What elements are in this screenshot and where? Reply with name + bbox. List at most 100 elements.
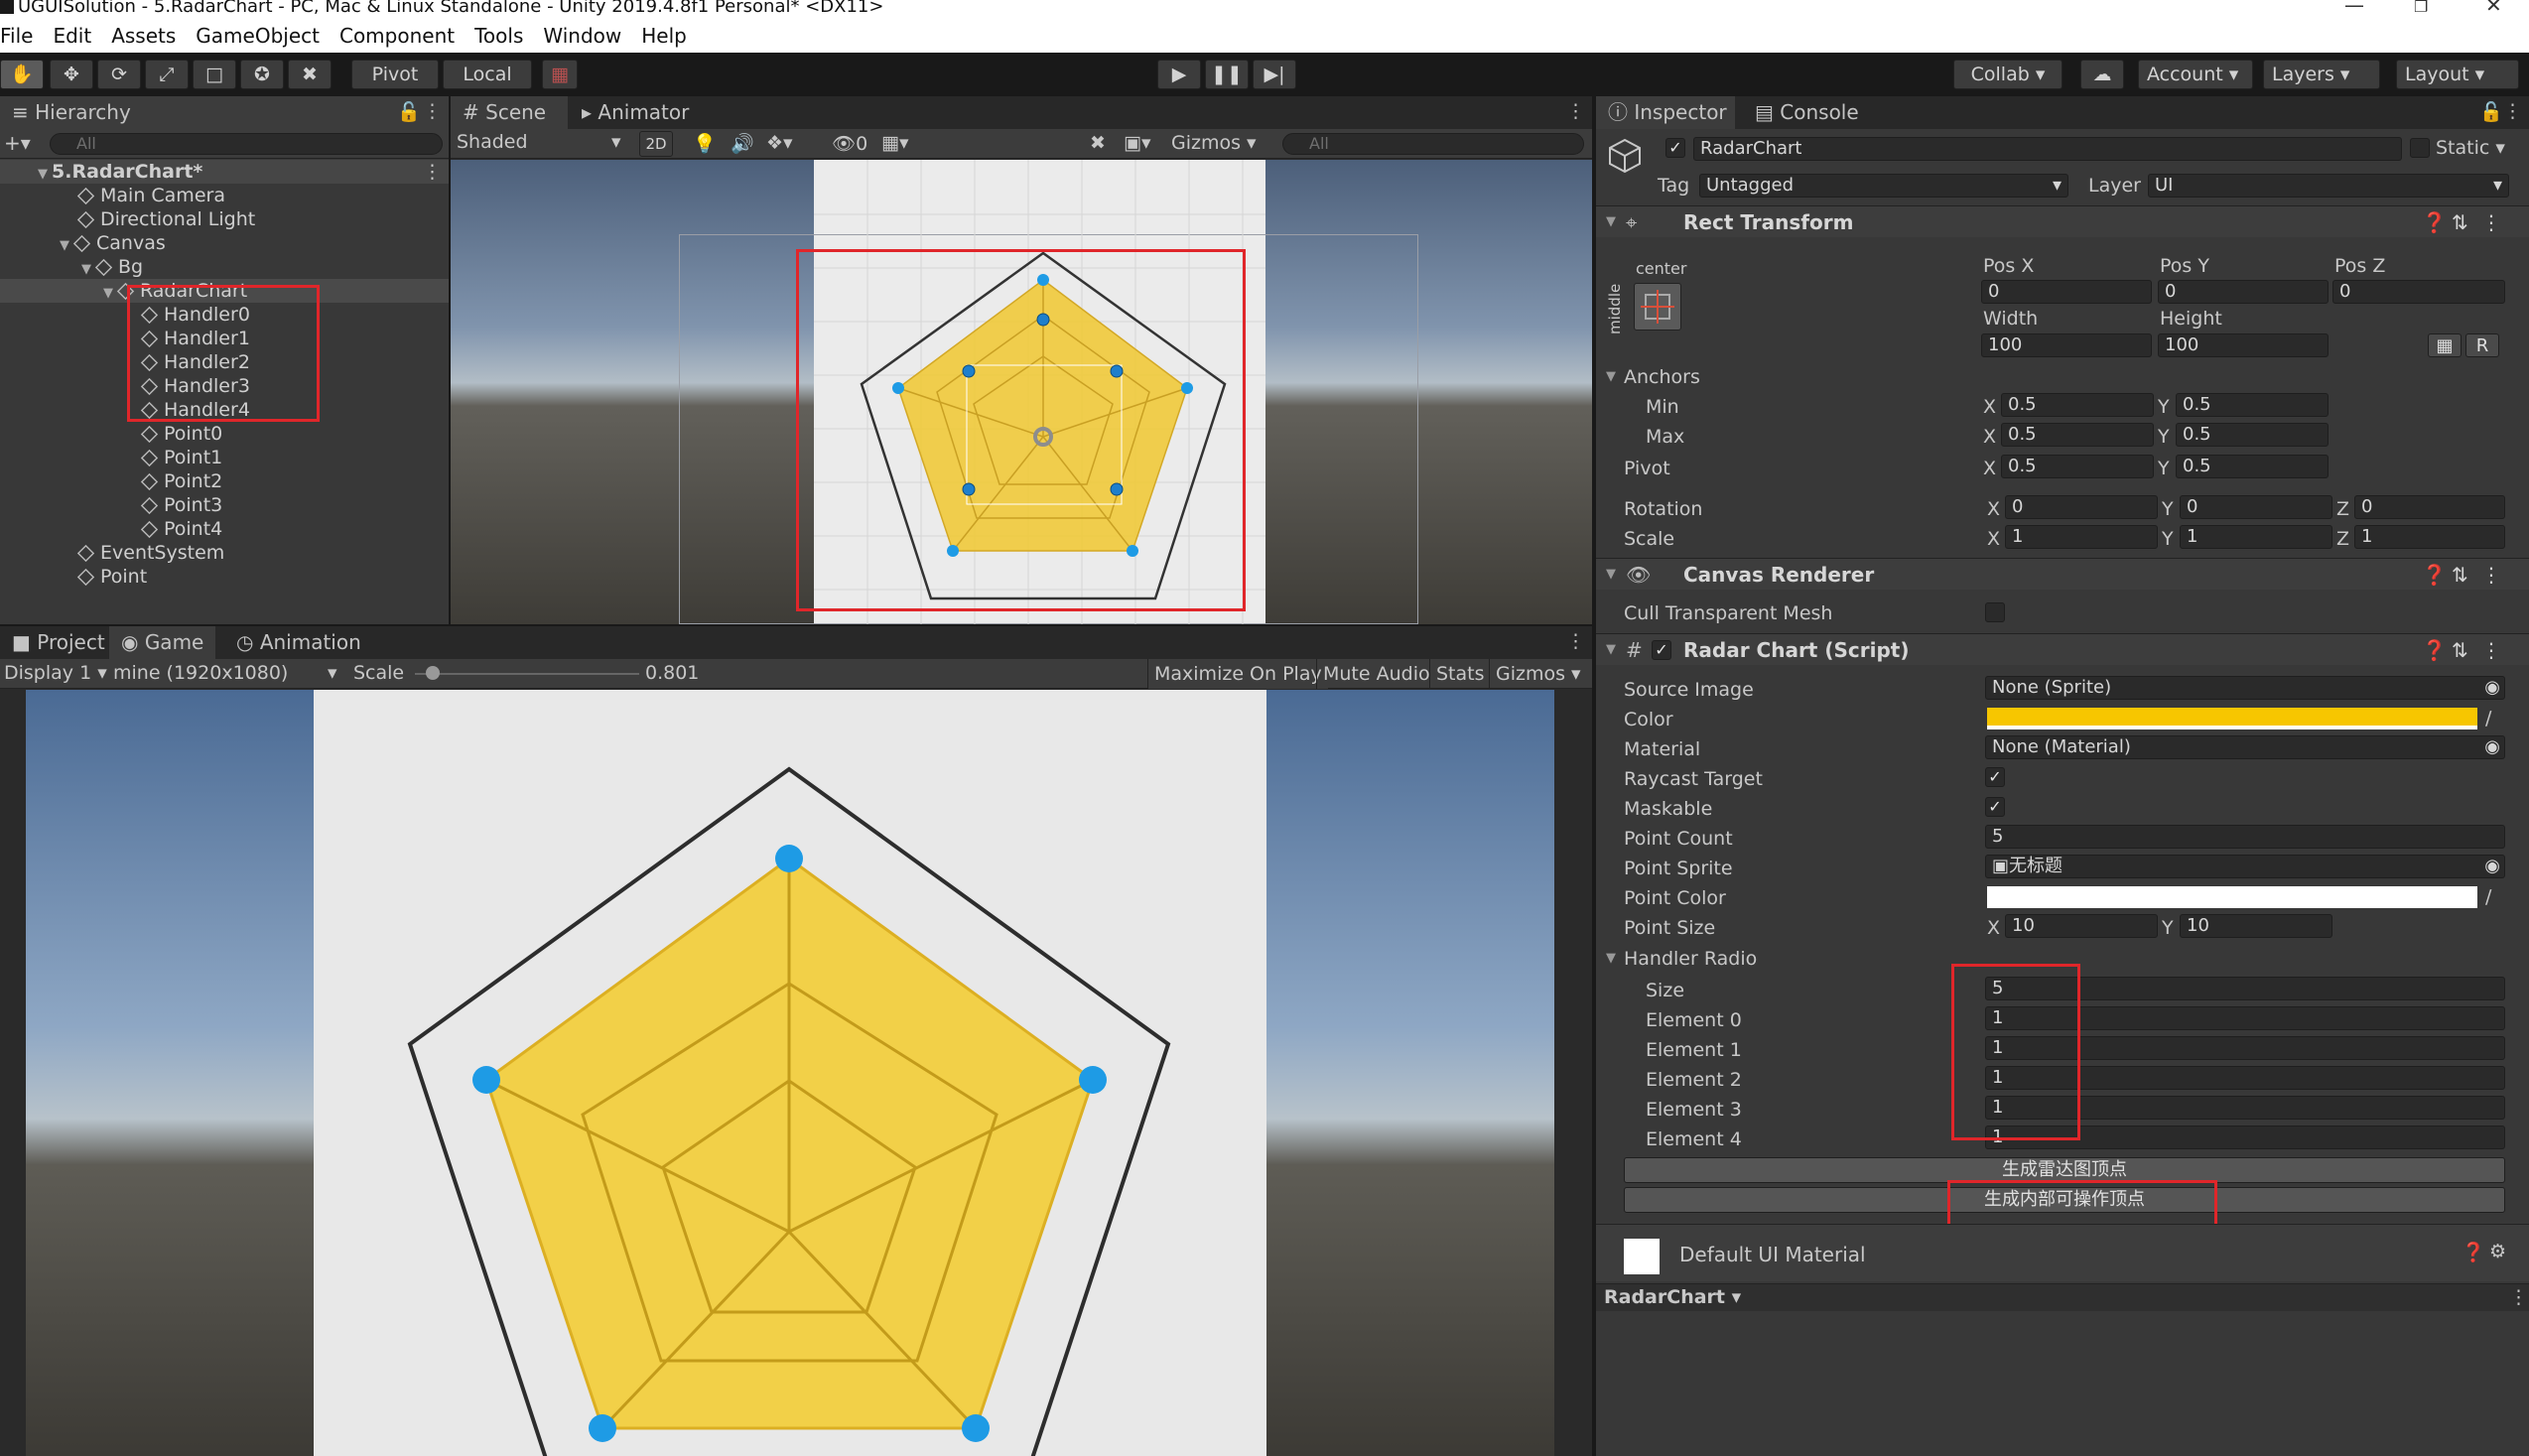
point-size-x-field[interactable]: 10	[2005, 914, 2158, 938]
point-size-y-field[interactable]: 10	[2180, 914, 2332, 938]
mute-audio-toggle[interactable]: Mute Audio	[1316, 659, 1436, 689]
element-0-field[interactable]: 1	[1985, 1006, 2505, 1030]
hierarchy-item[interactable]: Handler2	[0, 350, 449, 374]
resolution-dropdown[interactable]: mine (1920x1080) ▾	[113, 662, 341, 684]
hierarchy-item-selected[interactable]: ▼ RadarChart	[0, 279, 449, 303]
transform-tool-icon[interactable]: ✪	[240, 60, 284, 89]
active-checkbox[interactable]: ✓	[1665, 138, 1685, 158]
hierarchy-item[interactable]: Point3	[0, 493, 449, 517]
more-icon[interactable]: ⋮	[423, 100, 442, 122]
rotation-y-field[interactable]: 0	[2180, 495, 2332, 519]
layers-dropdown[interactable]: Layers ▾	[2263, 60, 2380, 89]
preset-icon[interactable]: ⇅	[2452, 559, 2468, 591]
element-3-field[interactable]: 1	[1985, 1096, 2505, 1120]
static-dropdown[interactable]: Static ▾	[2436, 137, 2505, 159]
material-field[interactable]: None (Material) ◉	[1985, 735, 2505, 759]
scale-slider[interactable]	[415, 666, 639, 680]
eyedropper-icon[interactable]: ∕	[2485, 886, 2491, 908]
fold-icon[interactable]: ▼	[1606, 559, 1616, 591]
component-more-icon[interactable]: ⋮	[2481, 559, 2501, 591]
menu-help[interactable]: Help	[641, 21, 687, 51]
hierarchy-item[interactable]: Point	[0, 565, 449, 589]
preview-object-dropdown[interactable]: RadarChart ▾	[1604, 1286, 1741, 1308]
maskable-checkbox[interactable]: ✓	[1985, 797, 2005, 817]
add-icon[interactable]: +▾	[4, 131, 31, 155]
object-name-field[interactable]: RadarChart	[1693, 137, 2402, 161]
script-enabled-checkbox[interactable]: ✓	[1652, 640, 1671, 660]
tab-animation[interactable]: ◷ Animation	[224, 626, 373, 659]
help-icon[interactable]: ❓	[2462, 1241, 2485, 1263]
fold-icon[interactable]: ▼	[1606, 364, 1616, 390]
hierarchy-item[interactable]: EventSystem	[0, 541, 449, 565]
maximize-on-play-toggle[interactable]: Maximize On Play	[1147, 659, 1328, 689]
hierarchy-item[interactable]: Directional Light	[0, 207, 449, 231]
tab-scene[interactable]: # Scene	[451, 96, 568, 129]
scene-more-icon[interactable]: ⋮	[423, 160, 442, 184]
gizmos-dropdown[interactable]: Gizmos ▾	[1171, 132, 1257, 154]
hidden-objects-icon[interactable]: 👁0	[832, 132, 867, 155]
hand-tool-icon[interactable]: ✋	[0, 60, 44, 89]
hierarchy-item[interactable]: Handler1	[0, 327, 449, 350]
menu-window[interactable]: Window	[543, 21, 621, 51]
point-sprite-field[interactable]: ▣无标题 ◉	[1985, 855, 2505, 878]
pivot-x-field[interactable]: 0.5	[2001, 455, 2154, 478]
cloud-icon[interactable]: ☁	[2080, 60, 2124, 89]
tab-console[interactable]: ▤ Console	[1743, 96, 1871, 129]
element-1-field[interactable]: 1	[1985, 1036, 2505, 1060]
hierarchy-item[interactable]: Handler3	[0, 374, 449, 398]
local-toggle[interactable]: Local	[443, 60, 532, 89]
hierarchy-item[interactable]: Point1	[0, 446, 449, 469]
hierarchy-item[interactable]: ▼ Canvas	[0, 231, 449, 255]
scene-search[interactable]: All	[1282, 133, 1584, 155]
stats-toggle[interactable]: Stats	[1429, 659, 1491, 689]
scale-slider-knob[interactable]	[426, 666, 441, 680]
hierarchy-item[interactable]: Handler4	[0, 398, 449, 422]
component-more-icon[interactable]: ⋮	[2481, 634, 2501, 666]
layout-dropdown[interactable]: Layout ▾	[2396, 60, 2519, 89]
element-4-field[interactable]: 1	[1985, 1125, 2505, 1149]
menu-file[interactable]: File	[0, 21, 33, 51]
inspector-lock-icon[interactable]: 🔓	[2479, 100, 2503, 123]
anchor-preset-button[interactable]	[1634, 283, 1681, 331]
fold-icon[interactable]: ▼	[1606, 634, 1616, 666]
static-checkbox[interactable]	[2410, 138, 2430, 158]
fold-icon[interactable]: ▼	[1606, 946, 1616, 972]
game-viewport[interactable]	[26, 690, 1554, 1456]
preset-icon[interactable]: ⇅	[2452, 634, 2468, 666]
object-picker-icon[interactable]: ◉	[2484, 736, 2500, 758]
hierarchy-item[interactable]: Handler0	[0, 303, 449, 327]
hierarchy-item[interactable]: Point4	[0, 517, 449, 541]
shading-dropdown[interactable]: Shaded ▾	[457, 131, 623, 153]
preset-icon[interactable]: ⇅	[2452, 206, 2468, 238]
camera-icon[interactable]: ▣▾	[1124, 132, 1151, 154]
blueprint-mode-button[interactable]: ▦	[2428, 333, 2462, 357]
raycast-target-checkbox[interactable]: ✓	[1985, 767, 2005, 787]
rotate-tool-icon[interactable]: ⟳	[97, 60, 141, 89]
component-more-icon[interactable]: ⋮	[2481, 206, 2501, 238]
scale-x-field[interactable]: 1	[2005, 525, 2158, 549]
point-count-field[interactable]: 5	[1985, 825, 2505, 849]
handler-radio-row[interactable]: ▼ Handler Radio	[1596, 946, 2529, 972]
move-tool-icon[interactable]: ✥	[50, 60, 93, 89]
display-dropdown[interactable]: Display 1 ▾	[4, 662, 107, 684]
menu-assets[interactable]: Assets	[111, 21, 176, 51]
tab-inspector[interactable]: ⓘ Inspector	[1596, 96, 1735, 129]
cull-transparent-checkbox[interactable]	[1985, 602, 2005, 622]
generate-handlers-button[interactable]: 生成内部可操作顶点	[1624, 1187, 2505, 1213]
hierarchy-item[interactable]: Point2	[0, 469, 449, 493]
hierarchy-item[interactable]: ▼ Bg	[0, 255, 449, 279]
rect-transform-header[interactable]: ▼ ⌖ Rect Transform ❓ ⇅ ⋮	[1596, 205, 2529, 237]
scale-tool-icon[interactable]: ⤢	[145, 60, 189, 89]
rect-tool-icon[interactable]: □	[193, 60, 236, 89]
raw-edit-button[interactable]: R	[2465, 333, 2499, 357]
preview-more-icon[interactable]: ⋮	[2509, 1286, 2528, 1308]
object-picker-icon[interactable]: ◉	[2484, 856, 2500, 877]
scale-y-field[interactable]: 1	[2180, 525, 2332, 549]
mode-2d-toggle[interactable]: 2D	[639, 131, 673, 157]
color-swatch[interactable]	[1987, 708, 2477, 729]
material-footer[interactable]: Default UI Material ❓ ⚙	[1596, 1224, 2529, 1281]
tab-hierarchy[interactable]: ≡ Hierarchy	[0, 96, 449, 129]
audio-icon[interactable]: 🔊	[731, 132, 754, 155]
pos-y-field[interactable]: 0	[2158, 280, 2329, 304]
size-field[interactable]: 5	[1985, 977, 2505, 1000]
